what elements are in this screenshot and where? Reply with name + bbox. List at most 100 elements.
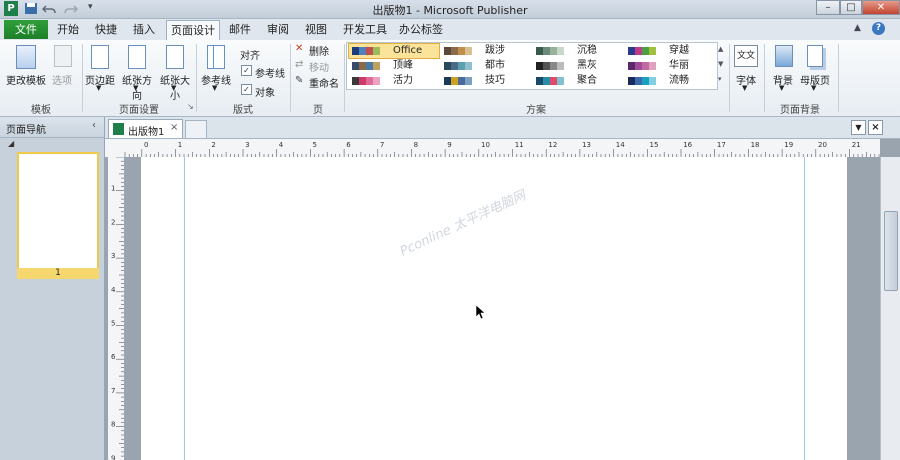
ruler-tick-label: 7	[111, 387, 115, 395]
template-options-button[interactable]: 选项	[48, 43, 76, 87]
group-separator	[838, 44, 839, 112]
delete-page-button[interactable]: ✕ 删除	[295, 43, 343, 58]
left-margin-guide[interactable]	[184, 157, 185, 460]
chevron-down-icon: ▼	[133, 84, 139, 92]
color-scheme-item[interactable]: 黑灰	[533, 59, 623, 73]
vertical-ruler-ticks: 1 2 3 4 5 6 7 8 9	[111, 157, 124, 460]
tab-mailings[interactable]: 邮件	[224, 20, 256, 39]
change-template-button[interactable]: 更改模板	[6, 43, 46, 87]
color-scheme-item[interactable]: 技巧	[441, 74, 531, 88]
help-icon[interactable]: ?	[872, 22, 885, 35]
vertical-ruler[interactable]: 1 2 3 4 5 6 7 8 9	[108, 157, 125, 460]
guides-button[interactable]: 参考线 ▼	[200, 43, 232, 93]
color-scheme-item[interactable]: 穿越	[625, 44, 715, 58]
ribbon-collapse-icon[interactable]: ▲	[854, 23, 861, 33]
page-thumbnail[interactable]	[17, 152, 99, 270]
scrollbar-thumb[interactable]	[884, 211, 898, 291]
page-navigation-header: 页面导航 ‹	[0, 117, 104, 138]
maximize-button[interactable]: □	[840, 0, 862, 15]
objects-checkbox[interactable]: ✓	[241, 84, 252, 95]
tab-file[interactable]: 文件	[4, 20, 48, 39]
tab-home[interactable]: 开始	[52, 20, 84, 39]
guides-checkbox[interactable]: ✓	[241, 65, 252, 76]
mouse-cursor-icon	[475, 304, 486, 322]
background-button[interactable]: 背景 ▼	[768, 43, 798, 93]
gallery-more-icon[interactable]: ▾	[718, 75, 722, 83]
chevron-down-icon: ▼	[811, 84, 817, 92]
color-scheme-item[interactable]: 聚合	[533, 74, 623, 88]
color-scheme-item[interactable]: Office	[348, 43, 440, 59]
color-swatch	[557, 47, 564, 55]
group-separator	[290, 44, 291, 112]
tab-review[interactable]: 审阅	[262, 20, 294, 39]
color-scheme-gallery: Office 跋涉 沉稳 穿越顶峰 都市 黑灰 华丽活力 技巧 聚合 流畅	[346, 42, 718, 90]
close-button[interactable]: ✕	[862, 0, 900, 15]
close-tab-icon[interactable]: ×	[170, 122, 178, 133]
document-tab[interactable]: 出版物1 ×	[108, 119, 183, 138]
expand-triangle-icon[interactable]: ◢	[8, 139, 14, 148]
watermark-logo: Pconline 太平洋电脑网	[392, 182, 528, 287]
minimize-button[interactable]: –	[816, 0, 840, 15]
color-scheme-item[interactable]: 沉稳	[533, 44, 623, 58]
color-swatch	[458, 77, 465, 85]
color-scheme-item[interactable]: 顶峰	[349, 59, 439, 73]
rename-page-button[interactable]: ✎ 重命名	[295, 75, 343, 90]
move-page-button[interactable]: ⇄ 移动	[295, 59, 343, 74]
guides-icon	[207, 45, 225, 69]
color-scheme-item[interactable]: 华丽	[625, 59, 715, 73]
orientation-button[interactable]: 纸张方向 ▼	[118, 43, 156, 102]
group-separator	[729, 44, 730, 112]
document-canvas[interactable]: Pconline 太平洋电脑网	[125, 157, 880, 460]
color-swatch	[628, 62, 635, 70]
color-scheme-item[interactable]: 都市	[441, 59, 531, 73]
ruler-tick-label: 6	[346, 141, 351, 149]
gallery-down-icon[interactable]: ▼	[718, 60, 723, 68]
collapse-panel-icon[interactable]: ‹	[92, 120, 96, 131]
ruler-tick-label: 17	[717, 141, 726, 149]
color-scheme-name: 活力	[393, 75, 413, 86]
color-swatch	[635, 47, 642, 55]
color-scheme-name: Office	[393, 45, 423, 56]
color-scheme-item[interactable]: 流畅	[625, 74, 715, 88]
color-swatch	[359, 47, 366, 55]
tab-view[interactable]: 视图	[300, 20, 332, 39]
move-label: 移动	[309, 63, 329, 74]
tab-office-tab[interactable]: 办公标签	[396, 20, 446, 39]
horizontal-ruler[interactable]: 0 1 2 3 4 5 6 7 8 9 10 11 12 13 14 15 16 17 18 19 20 21	[105, 139, 880, 158]
new-tab-button[interactable]	[185, 120, 207, 138]
tab-quick[interactable]: 快捷	[90, 20, 122, 39]
ruler-tick-label: 15	[650, 141, 659, 149]
color-swatch	[366, 77, 373, 85]
color-swatch	[543, 77, 550, 85]
ruler-tick-label: 21	[852, 141, 861, 149]
gallery-up-icon[interactable]: ▲	[718, 45, 723, 53]
color-scheme-item[interactable]: 跋涉	[441, 44, 531, 58]
ruler-tick-label: 11	[515, 141, 524, 149]
color-swatch	[628, 77, 635, 85]
group-label-schemes: 方案	[526, 105, 546, 116]
publication-page[interactable]: Pconline 太平洋电脑网	[141, 157, 847, 460]
ruler-tick-label: 19	[784, 141, 793, 149]
tab-insert[interactable]: 插入	[128, 20, 160, 39]
color-scheme-item[interactable]: 活力	[349, 74, 439, 88]
dialog-launcher-icon[interactable]: ↘	[187, 102, 194, 111]
ruler-tick-label: 3	[245, 141, 249, 149]
tab-list-dropdown-icon[interactable]: ▼	[851, 120, 866, 135]
tab-page-design[interactable]: 页面设计	[166, 20, 220, 41]
margins-button[interactable]: 页边距 ▼	[84, 43, 116, 93]
size-button[interactable]: 纸张大小 ▼	[156, 43, 194, 102]
master-page-button[interactable]: 母版页 ▼	[798, 43, 832, 93]
tab-developer[interactable]: 开发工具	[340, 20, 390, 39]
orientation-icon	[128, 45, 146, 69]
color-swatch	[536, 62, 543, 70]
close-document-icon[interactable]: ×	[868, 120, 883, 135]
right-margin-guide[interactable]	[804, 157, 805, 460]
color-swatch	[444, 47, 451, 55]
vertical-scrollbar[interactable]	[880, 157, 900, 460]
template-icon	[16, 45, 36, 69]
page-number: 1	[17, 268, 99, 279]
fonts-button[interactable]: 文文 字体 ▼	[731, 43, 761, 93]
size-icon	[166, 45, 184, 69]
color-scheme-name: 华丽	[669, 60, 689, 71]
color-swatch	[366, 47, 373, 55]
